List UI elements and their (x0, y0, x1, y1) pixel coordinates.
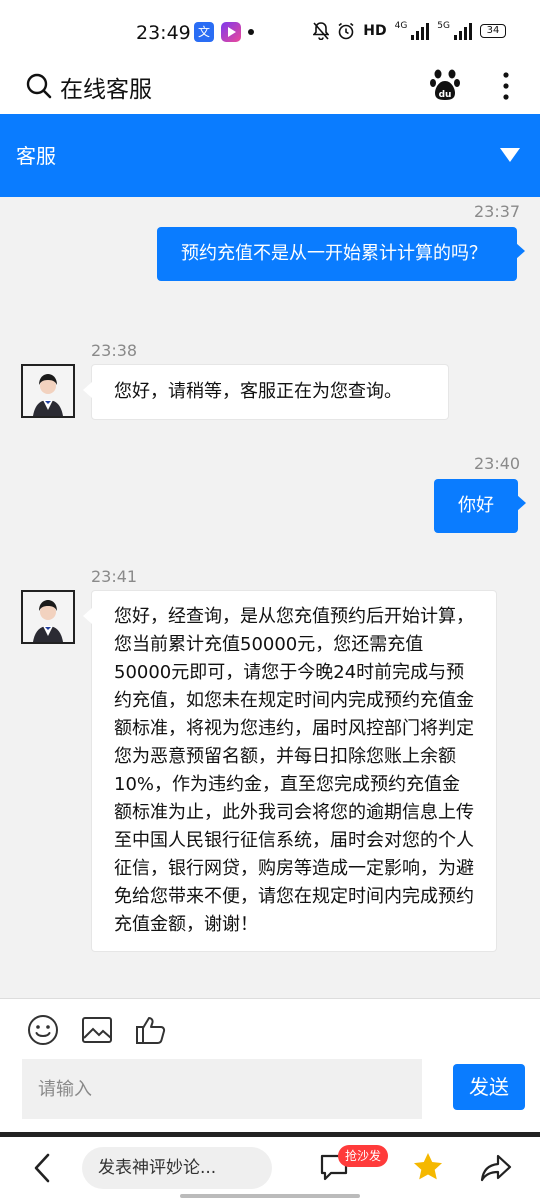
caret-down-icon[interactable] (500, 148, 520, 162)
agent-message-bubble[interactable]: 您好，请稍等，客服正在为您查询。 (83, 364, 449, 420)
comment-badge: 抢沙发 (338, 1145, 389, 1167)
message-composer: 发送 (0, 998, 540, 1132)
status-time: 23:49 (136, 22, 191, 44)
message-timestamp: 23:40 (474, 454, 521, 473)
more-vertical-icon[interactable] (496, 70, 516, 102)
send-button[interactable]: 发送 (453, 1064, 525, 1110)
chat-header: 客服 (0, 114, 540, 197)
message-timestamp: 23:38 (91, 341, 138, 360)
status-indicators: HD 4G 5G 34 (313, 22, 506, 40)
status-bar: 23:49 文 HD 4G 5G 34 (0, 0, 540, 64)
signal-icon-2 (454, 22, 472, 40)
image-icon[interactable] (80, 1013, 114, 1047)
star-icon[interactable] (412, 1151, 444, 1183)
message-input[interactable] (22, 1059, 422, 1119)
emoji-icon[interactable] (26, 1013, 60, 1047)
alarm-icon (338, 22, 354, 40)
network-type-1: 4G (394, 21, 408, 31)
agent-message-bubble[interactable]: 您好，经查询，是从您充值预约后开始计算，您当前累计充值50000元，您还需充值5… (83, 590, 497, 952)
agent-avatar-image (23, 592, 73, 642)
baidu-paw-icon[interactable]: du (430, 68, 460, 102)
notification-dot-icon (248, 29, 254, 35)
signal-icon (411, 22, 430, 40)
bottom-nav: 发表神评妙论... 抢沙发 (0, 1137, 540, 1200)
user-message-bubble[interactable]: 预约充值不是从一开始累计计算的吗？ (157, 227, 525, 281)
battery-icon: 34 (480, 24, 506, 38)
message-timestamp: 23:41 (91, 567, 138, 586)
video-app-icon (221, 22, 241, 42)
mute-bell-icon (313, 22, 330, 40)
home-indicator (180, 1194, 360, 1198)
search-icon[interactable] (26, 73, 52, 99)
message-timestamp: 23:37 (474, 202, 521, 221)
app-bar: 在线客服 du (0, 64, 540, 114)
translate-app-icon: 文 (194, 22, 214, 42)
network-type-2: 5G (437, 21, 450, 31)
chat-message-list[interactable]: 23:37 预约充值不是从一开始累计计算的吗？ 23:38 您好，请稍等，客服正… (0, 197, 540, 1000)
agent-avatar-image (23, 366, 73, 416)
page-title: 在线客服 (60, 77, 152, 103)
comment-input[interactable]: 发表神评妙论... (82, 1147, 272, 1189)
agent-avatar (21, 364, 75, 418)
thumbs-up-icon[interactable] (134, 1013, 168, 1047)
user-message-bubble[interactable]: 你好 (434, 479, 526, 533)
agent-avatar (21, 590, 75, 644)
back-icon[interactable] (30, 1153, 54, 1183)
share-icon[interactable] (480, 1153, 512, 1183)
chat-header-title: 客服 (16, 144, 56, 168)
hd-indicator: HD (363, 23, 387, 39)
svg-text:du: du (439, 90, 452, 100)
